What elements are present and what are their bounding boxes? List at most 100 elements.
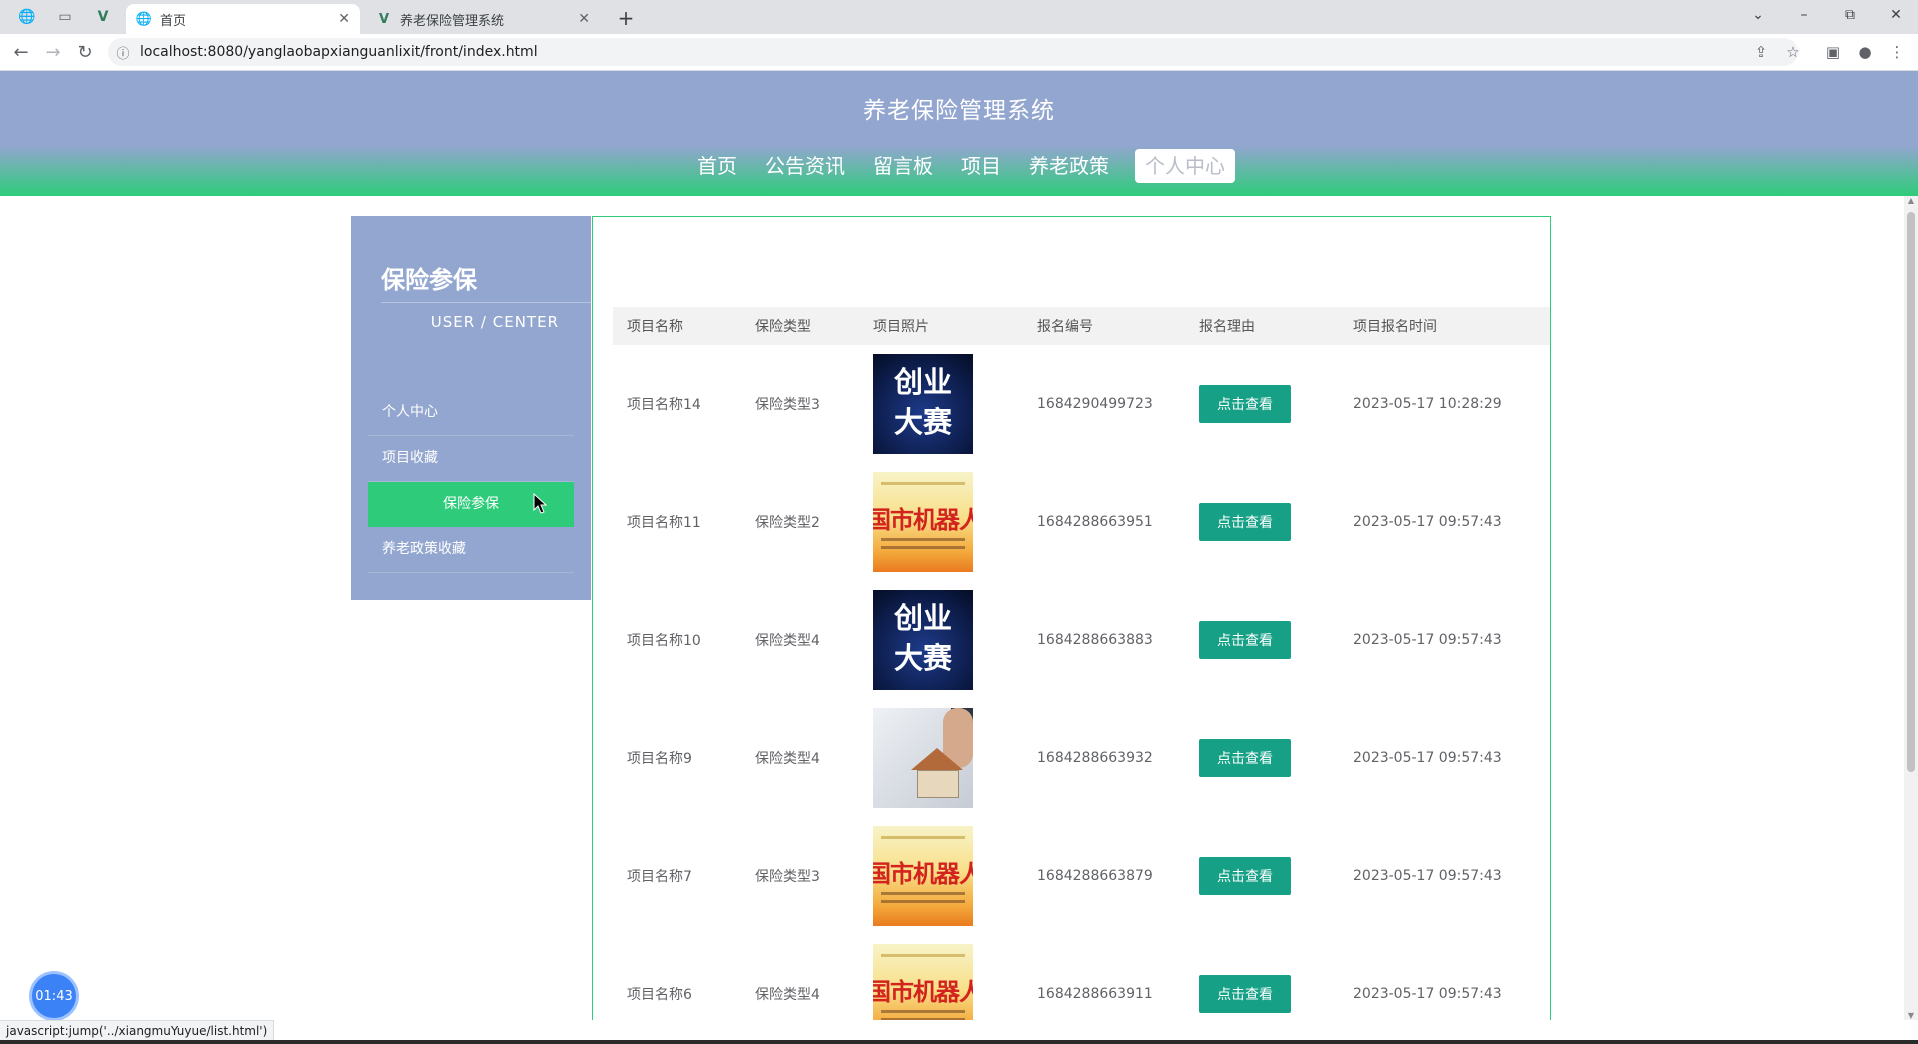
- tab-title: 养老保险管理系统: [400, 13, 505, 29]
- minimize-icon[interactable]: –: [1782, 0, 1826, 30]
- poster-line: [881, 482, 965, 485]
- tab-title: 首页: [160, 13, 187, 29]
- browser-toolbar: ← → ↻ ⓘ localhost:8080/yanglaobapxiangua…: [0, 34, 1918, 71]
- header-enroll-time: 项目报名时间: [1353, 319, 1437, 335]
- site-info-icon[interactable]: ⓘ: [108, 43, 138, 62]
- sidebar: 保险参保 USER / CENTER 个人中心 项目收藏 保险参保 养老政策收藏: [351, 216, 591, 600]
- mouse-cursor-icon: [533, 492, 548, 514]
- vue-icon: V: [378, 11, 390, 27]
- table-row: 项目名称11 保险类型2 国市机器人竞 1684288663951 点击查看 2…: [613, 463, 1550, 581]
- recording-timer-badge[interactable]: 01:43: [32, 974, 76, 1018]
- cell-insurance-type: 保险类型4: [755, 633, 820, 649]
- photo-detail: [917, 770, 959, 798]
- sidebar-item-policy-favorites[interactable]: 养老政策收藏: [368, 527, 574, 573]
- cell-enroll-code: 1684288663932: [1037, 750, 1153, 766]
- nav-home[interactable]: 首页: [683, 149, 751, 183]
- table-row: 项目名称7 保险类型3 国市机器人竞 1684288663879 点击查看 20…: [613, 817, 1550, 935]
- sidebar-menu: 个人中心 项目收藏 保险参保 养老政策收藏: [368, 390, 574, 573]
- scroll-down-icon[interactable]: ▼: [1904, 1011, 1918, 1020]
- poster-text: 创业: [893, 601, 952, 635]
- header-project-photo: 项目照片: [873, 319, 929, 335]
- poster-line: [881, 892, 965, 895]
- project-photo: 创业 大赛: [873, 354, 973, 454]
- forward-arrow-icon[interactable]: →: [40, 40, 66, 64]
- pinned-tab-blank-icon[interactable]: ▭: [50, 6, 80, 28]
- table-header: 项目名称 保险类型 项目照片 报名编号 报名理由 项目报名时间: [613, 307, 1550, 345]
- poster-line: [881, 836, 965, 839]
- poster-line: [881, 538, 965, 541]
- reload-icon[interactable]: ↻: [72, 40, 98, 64]
- table-row: 项目名称10 保险类型4 创业 大赛 1684288663883 点击查看 20…: [613, 581, 1550, 699]
- cell-enroll-time: 2023-05-17 09:57:43: [1353, 986, 1502, 1002]
- sidebar-item-project-favorites[interactable]: 项目收藏: [368, 436, 574, 482]
- poster-text: 大赛: [893, 405, 952, 439]
- globe-icon: 🌐: [135, 11, 153, 27]
- nav-message-board[interactable]: 留言板: [859, 149, 947, 183]
- nav-user-center[interactable]: 个人中心: [1135, 149, 1235, 183]
- browser-menu-icon[interactable]: ⋮: [1884, 40, 1910, 64]
- poster-line: [881, 1018, 965, 1020]
- site-header: 养老保险管理系统 首页 公告资讯 留言板 项目 养老政策 个人中心: [0, 71, 1918, 196]
- restore-icon[interactable]: ⧉: [1828, 0, 1872, 30]
- cell-enroll-time: 2023-05-17 09:57:43: [1353, 750, 1502, 766]
- browser-status-bar: javascript:jump('../xiangmuYuyue/list.ht…: [0, 1020, 275, 1041]
- pinned-tab-globe-icon[interactable]: 🌐: [12, 6, 42, 28]
- poster-line: [881, 900, 965, 903]
- poster-text: 创业: [893, 365, 952, 399]
- view-reason-button[interactable]: 点击查看: [1199, 975, 1291, 1013]
- poster-text: 国市机器人竞: [873, 978, 973, 1006]
- header-enroll-reason: 报名理由: [1199, 319, 1255, 335]
- sidebar-subtitle: USER / CENTER: [381, 302, 591, 331]
- cell-insurance-type: 保险类型2: [755, 515, 820, 531]
- poster-line: [881, 546, 965, 549]
- scroll-up-icon[interactable]: ▲: [1904, 196, 1918, 205]
- close-icon[interactable]: ✕: [338, 11, 350, 27]
- sidebar-item-user-center[interactable]: 个人中心: [368, 390, 574, 436]
- header-project-name: 项目名称: [627, 319, 683, 335]
- view-reason-button[interactable]: 点击查看: [1199, 621, 1291, 659]
- header-enroll-code: 报名编号: [1037, 319, 1093, 335]
- cell-enroll-code: 1684288663951: [1037, 514, 1153, 530]
- close-icon[interactable]: ✕: [578, 11, 590, 27]
- site-title: 养老保险管理系统: [863, 98, 1055, 124]
- address-bar[interactable]: ⓘ localhost:8080/yanglaobapxianguanlixit…: [108, 38, 1798, 66]
- taskbar-edge: [0, 1040, 1918, 1044]
- view-reason-button[interactable]: 点击查看: [1199, 857, 1291, 895]
- nav-news[interactable]: 公告资讯: [751, 149, 859, 183]
- window-close-icon[interactable]: ✕: [1874, 0, 1918, 30]
- nav-pension-policy[interactable]: 养老政策: [1015, 149, 1123, 183]
- cell-enroll-time: 2023-05-17 09:57:43: [1353, 514, 1502, 530]
- tab-search-chevron-icon[interactable]: ⌄: [1736, 0, 1780, 30]
- view-reason-button[interactable]: 点击查看: [1199, 385, 1291, 423]
- cell-project-name: 项目名称11: [627, 515, 701, 531]
- pinned-tab-vue-icon[interactable]: V: [88, 6, 118, 28]
- content-panel: 项目名称 保险类型 项目照片 报名编号 报名理由 项目报名时间 项目名称14 保…: [592, 216, 1551, 1020]
- cell-project-name: 项目名称14: [627, 397, 701, 413]
- browser-tab-strip: 🌐 ▭ V 🌐 首页 ✕ V 养老保险管理系统 ✕ + ⌄ – ⧉ ✕: [0, 0, 1918, 34]
- page-scrollbar[interactable]: ▲ ▼: [1904, 196, 1918, 1020]
- cell-insurance-type: 保险类型4: [755, 987, 820, 1003]
- cell-project-name: 项目名称6: [627, 987, 692, 1003]
- share-icon[interactable]: ⇪: [1748, 40, 1774, 64]
- side-panel-icon[interactable]: ▣: [1820, 40, 1846, 64]
- cell-enroll-code: 1684288663883: [1037, 632, 1153, 648]
- poster-line: [881, 954, 965, 957]
- cell-project-name: 项目名称7: [627, 869, 692, 885]
- cell-enroll-time: 2023-05-17 09:57:43: [1353, 632, 1502, 648]
- profile-avatar-icon[interactable]: ●: [1852, 40, 1878, 64]
- poster-text: 大赛: [893, 641, 952, 675]
- cell-enroll-code: 1684288663879: [1037, 868, 1153, 884]
- tab-home[interactable]: 🌐 首页 ✕: [126, 4, 360, 34]
- nav-projects[interactable]: 项目: [947, 149, 1015, 183]
- view-reason-button[interactable]: 点击查看: [1199, 739, 1291, 777]
- scrollbar-thumb[interactable]: [1907, 212, 1915, 772]
- bookmark-star-icon[interactable]: ☆: [1780, 40, 1806, 64]
- view-reason-button[interactable]: 点击查看: [1199, 503, 1291, 541]
- new-tab-button[interactable]: +: [614, 6, 638, 30]
- tab-system[interactable]: V 养老保险管理系统 ✕: [366, 4, 600, 34]
- table-row: 项目名称9 保险类型4 1684288663932 点击查看 2023-05-1…: [613, 699, 1550, 817]
- cell-insurance-type: 保险类型3: [755, 869, 820, 885]
- address-url[interactable]: localhost:8080/yanglaobapxianguanlixit/f…: [140, 44, 538, 60]
- header-insurance-type: 保险类型: [755, 319, 811, 335]
- back-arrow-icon[interactable]: ←: [8, 40, 34, 64]
